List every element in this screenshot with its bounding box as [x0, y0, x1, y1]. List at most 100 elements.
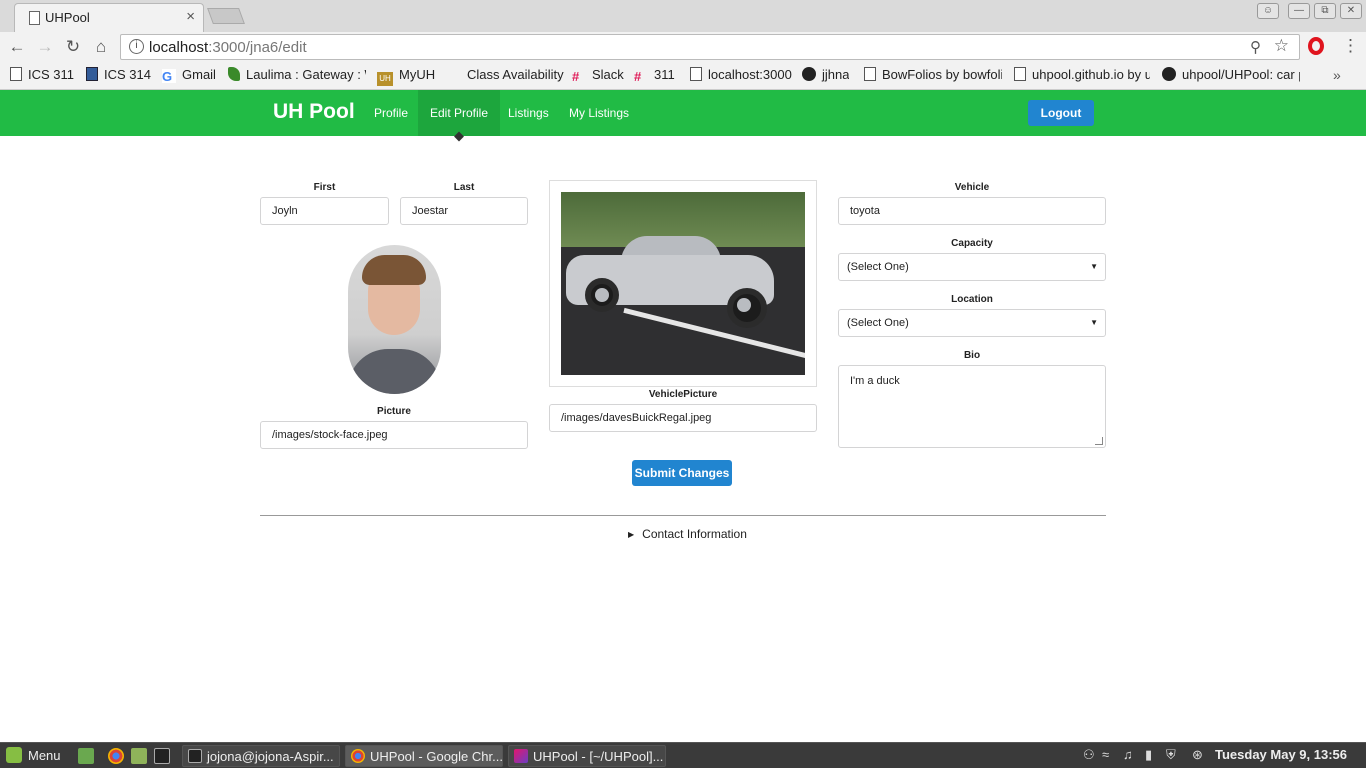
bookmark-item[interactable]: # Slack [572, 67, 624, 83]
logout-button[interactable]: Logout [1028, 100, 1094, 126]
chrome-icon [351, 749, 365, 763]
nav-edit-profile[interactable]: Edit Profile [418, 90, 501, 136]
back-icon[interactable]: ← [6, 36, 28, 58]
capacity-selected-value: (Select One) [847, 261, 909, 273]
capacity-label: Capacity [951, 238, 993, 249]
battery-icon[interactable]: ▮ [1145, 747, 1152, 763]
submit-changes-button[interactable]: Submit Changes [632, 460, 732, 486]
bookmark-item[interactable]: G Gmail [162, 67, 216, 83]
page-icon [29, 11, 40, 25]
bluetooth-icon[interactable]: ⊛ [1192, 747, 1203, 763]
taskbar-item-chrome[interactable]: UHPool - Google Chr... [345, 745, 503, 767]
picture-url-field[interactable]: /images/stock-face.jpeg [260, 421, 528, 449]
dropdown-caret-icon: ▼ [1090, 262, 1098, 271]
window-close-icon[interactable]: ✕ [1340, 3, 1362, 19]
bookmark-item[interactable]: ICS 314 [86, 67, 151, 82]
last-name-field[interactable]: Joestar [400, 197, 528, 225]
page-icon [690, 67, 702, 81]
start-menu-button[interactable]: Menu [6, 747, 61, 763]
location-select[interactable]: (Select One) ▼ [838, 309, 1106, 337]
app-navbar: UH Pool Profile Edit Profile Listings My… [0, 90, 1366, 136]
bookmark-item[interactable]: uhpool/UHPool: car p [1162, 67, 1300, 82]
bookmark-item[interactable]: #311 [634, 67, 675, 83]
chrome-launcher-icon[interactable] [108, 748, 124, 764]
car-front-wheel [585, 278, 619, 312]
first-name-label: First [313, 182, 336, 193]
picture-label: Picture [377, 406, 411, 417]
bookmark-label: 311 [654, 67, 675, 82]
bookmark-label: uhpool/UHPool: car p [1182, 67, 1300, 82]
profile-picture [348, 245, 441, 394]
user-icon[interactable]: ⚇ [1083, 747, 1095, 763]
intellij-icon [514, 749, 528, 763]
info-icon[interactable]: i [129, 39, 144, 54]
bio-textarea[interactable]: I'm a duck [838, 365, 1106, 448]
page-icon [1014, 67, 1026, 81]
opera-extension-icon[interactable] [1308, 37, 1324, 55]
browser-tab[interactable]: UHPool × [14, 3, 204, 32]
vehicle-label: Vehicle [954, 182, 990, 193]
capacity-select[interactable]: (Select One) ▼ [838, 253, 1106, 281]
maximize-icon[interactable]: ⧉ [1314, 3, 1336, 19]
start-menu-label: Menu [28, 748, 61, 763]
bookmark-label: Gmail [182, 67, 216, 82]
uh-icon: UH [377, 72, 393, 86]
car-rear-wheel [727, 288, 767, 328]
resize-handle-icon[interactable] [1095, 437, 1103, 445]
nav-listings[interactable]: Listings [496, 90, 561, 136]
bookmark-item[interactable]: uhpool.github.io by u [1014, 67, 1150, 82]
address-bar[interactable]: i localhost:3000/jna6/edit ⚲ ☆ [120, 34, 1300, 60]
vehicle-picture-label: VehiclePicture [648, 389, 718, 400]
url-path: :3000/jna6/edit [208, 39, 307, 56]
show-desktop-icon[interactable] [78, 748, 94, 764]
clock[interactable]: Tuesday May 9, 13:56 [1215, 747, 1347, 762]
os-taskbar: Menu jojona@jojona-Aspir... UHPool - Goo… [0, 742, 1366, 768]
taskbar-item-intellij[interactable]: UHPool - [~/UHPool]... [508, 745, 666, 767]
nav-my-listings[interactable]: My Listings [557, 90, 641, 136]
profile-icon[interactable]: ☺ [1257, 3, 1279, 19]
reload-icon[interactable]: ↻ [62, 36, 84, 58]
bio-label: Bio [963, 350, 981, 361]
bookmark-label: Class Availability [467, 67, 564, 82]
more-bookmarks-icon[interactable]: » [1333, 67, 1341, 83]
bookmark-item[interactable]: ICS 311 [10, 67, 74, 82]
forward-icon[interactable]: → [34, 36, 56, 58]
contact-information-accordion[interactable]: ▶ Contact Information [628, 527, 747, 541]
avatar-shirt [348, 349, 441, 394]
browser-toolbar: ← → ↻ ⌂ i localhost:3000/jna6/edit ⚲ ☆ ⋮ [0, 32, 1366, 62]
bookmark-star-icon[interactable]: ☆ [1274, 36, 1289, 56]
contact-information-label: Contact Information [642, 527, 747, 541]
shield-icon[interactable]: ⛨ [1166, 747, 1176, 763]
vehicle-picture-url-field[interactable]: /images/davesBuickRegal.jpeg [549, 404, 817, 432]
bookmark-item[interactable]: Laulima : Gateway : W [228, 67, 366, 82]
slack-icon: # [572, 69, 580, 83]
brand-title[interactable]: UH Pool [273, 100, 355, 124]
minimize-icon[interactable]: — [1288, 3, 1310, 19]
terminal-icon [188, 749, 202, 763]
page-icon [10, 67, 22, 81]
bookmark-label: localhost:3000 [708, 67, 792, 82]
bookmark-item[interactable]: UH MyUH [377, 67, 435, 86]
tab-title: UHPool [45, 10, 90, 25]
avatar-hair [362, 255, 426, 285]
volume-icon[interactable]: ♫ [1123, 747, 1133, 762]
nav-profile[interactable]: Profile [362, 90, 420, 136]
new-tab-button[interactable] [207, 8, 245, 24]
home-icon[interactable]: ⌂ [90, 36, 112, 58]
first-name-field[interactable]: Joyln [260, 197, 389, 225]
zoom-icon[interactable]: ⚲ [1250, 38, 1261, 56]
tab-close-icon[interactable]: × [186, 8, 195, 25]
terminal-launcher-icon[interactable] [154, 748, 170, 764]
taskbar-item-terminal[interactable]: jojona@jojona-Aspir... [182, 745, 340, 767]
bookmark-item[interactable]: localhost:3000 [690, 67, 792, 82]
bookmark-item[interactable]: Class Availability [467, 67, 564, 82]
menu-kebab-icon[interactable]: ⋮ [1342, 36, 1359, 56]
bookmark-item[interactable]: BowFolios by bowfolio [864, 67, 1002, 82]
wifi-icon[interactable]: ≈ [1102, 747, 1109, 762]
vehicle-field[interactable]: toyota [838, 197, 1106, 225]
location-label: Location [951, 294, 993, 305]
bookmark-item[interactable]: jjhna [802, 67, 849, 82]
files-launcher-icon[interactable] [131, 748, 147, 764]
github-icon [1162, 67, 1176, 81]
last-name-label: Last [453, 182, 475, 193]
